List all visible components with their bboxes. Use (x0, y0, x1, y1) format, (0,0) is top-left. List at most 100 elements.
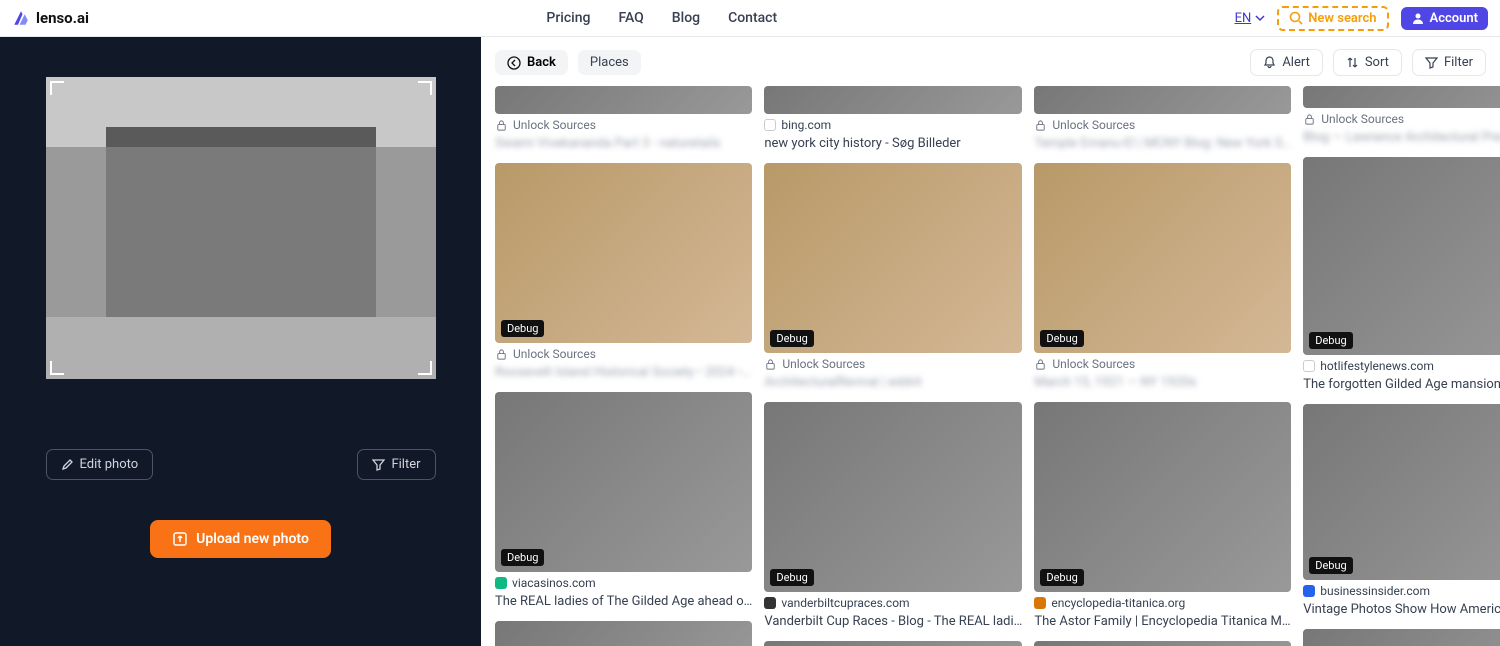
result-card[interactable]: Debug encyclopedia-titanica.org The Asto… (1034, 402, 1291, 629)
result-card[interactable]: Unlock Sources Swami Vivekananda Part 3 … (495, 86, 752, 151)
crop-corner-icon (418, 81, 432, 95)
result-thumb (495, 86, 752, 114)
favicon-icon (1034, 597, 1046, 609)
result-title: Blog — Lawrance Architectural Presentati… (1303, 130, 1500, 145)
result-thumb: Debug (1034, 402, 1291, 592)
account-label: Account (1430, 11, 1478, 26)
unlock-sources[interactable]: Unlock Sources (1034, 118, 1291, 132)
back-button[interactable]: Back (495, 50, 568, 75)
edit-label: Edit photo (80, 457, 139, 472)
lock-icon (1034, 358, 1047, 371)
favicon-icon (1303, 585, 1315, 597)
debug-badge: Debug (1040, 330, 1083, 347)
alert-button[interactable]: Alert (1250, 49, 1323, 76)
debug-badge: Debug (1309, 557, 1352, 574)
result-source[interactable]: viacasinos.com (495, 576, 752, 590)
result-source[interactable]: businessinsider.com (1303, 584, 1500, 598)
debug-badge: Debug (501, 549, 544, 566)
language-select[interactable]: EN (1235, 11, 1266, 26)
upload-icon (172, 531, 188, 547)
alert-label: Alert (1282, 55, 1310, 70)
unlock-sources[interactable]: Unlock Sources (764, 357, 1022, 371)
unlock-sources[interactable]: Unlock Sources (495, 347, 752, 361)
result-title: Swami Vivekananda Part 3 - naturetails (495, 136, 752, 151)
result-card[interactable]: Debug hotlifestylenews.com The forgotten… (1303, 157, 1500, 392)
result-thumb: Debug (764, 163, 1022, 353)
lock-icon (495, 119, 508, 132)
unlock-sources[interactable]: Unlock Sources (1034, 357, 1291, 371)
unlock-sources[interactable]: Unlock Sources (495, 118, 752, 132)
upload-photo-button[interactable]: Upload new photo (150, 520, 331, 558)
places-tab[interactable]: Places (578, 50, 641, 75)
result-thumb (1034, 86, 1291, 114)
lock-icon (764, 358, 777, 371)
result-card[interactable] (495, 621, 752, 646)
favicon-icon (495, 577, 507, 589)
new-search-button[interactable]: New search (1277, 6, 1388, 31)
result-source[interactable]: hotlifestylenews.com (1303, 359, 1500, 373)
user-icon (1411, 11, 1425, 25)
result-card[interactable]: Debug vanderbiltcupraces.com Vanderbilt … (764, 402, 1022, 629)
favicon-icon (764, 119, 776, 131)
nav-blog[interactable]: Blog (672, 10, 700, 26)
bell-icon (1263, 56, 1276, 69)
result-thumb: Debug (1303, 404, 1500, 580)
result-card[interactable]: Debug Unlock Sources Roosevelt Island Hi… (495, 163, 752, 380)
result-source[interactable]: encyclopedia-titanica.org (1034, 596, 1291, 610)
debug-badge: Debug (1309, 332, 1352, 349)
filter-icon (1425, 56, 1438, 69)
result-card[interactable]: Debug viacasinos.com The REAL ladies of … (495, 392, 752, 609)
result-thumb (764, 86, 1022, 114)
result-title: The Astor Family | Encyclopedia Titanica… (1034, 614, 1291, 629)
result-card[interactable]: Debug businessinsider.com Vintage Photos… (1303, 404, 1500, 617)
language-label: EN (1235, 11, 1252, 26)
result-title: The forgotten Gilded Age mansions of Ne… (1303, 377, 1500, 392)
brand[interactable]: lenso.ai (12, 9, 89, 27)
lock-icon (495, 348, 508, 361)
result-source[interactable]: vanderbiltcupraces.com (764, 596, 1022, 610)
sidebar-filter-button[interactable]: Filter (357, 449, 435, 480)
sort-button[interactable]: Sort (1333, 49, 1402, 76)
crop-corner-icon (50, 361, 64, 375)
result-title: The REAL ladies of The Gilded Age ahead … (495, 594, 752, 609)
crop-corner-icon (50, 81, 64, 95)
result-card[interactable]: Debug Unlock Sources ArchitecturalReviva… (764, 163, 1022, 390)
edit-photo-button[interactable]: Edit photo (46, 449, 154, 480)
result-card[interactable]: Unlock Sources Temple Emanu-El | MCNY Bl… (1034, 86, 1291, 151)
result-card[interactable]: Debug Unlock Sources March 15, 1921 — NY… (1034, 163, 1291, 390)
lock-icon (1034, 119, 1047, 132)
unlock-sources[interactable]: Unlock Sources (1303, 112, 1500, 126)
brand-name: lenso.ai (36, 9, 89, 27)
main-nav: Pricing FAQ Blog Contact (546, 10, 777, 26)
result-title: Vanderbilt Cup Races - Blog - The REAL l… (764, 614, 1022, 629)
result-card[interactable] (764, 641, 1022, 646)
debug-badge: Debug (501, 320, 544, 337)
result-thumb: Debug (495, 163, 752, 343)
result-card[interactable]: Unlock Sources Blog — Lawrance Architect… (1303, 86, 1500, 145)
sort-label: Sort (1365, 55, 1389, 70)
results-filter-button[interactable]: Filter (1412, 49, 1486, 76)
account-button[interactable]: Account (1401, 7, 1488, 30)
nav-faq[interactable]: FAQ (618, 10, 643, 26)
new-search-label: New search (1308, 11, 1376, 26)
upload-label: Upload new photo (196, 531, 309, 547)
query-image[interactable] (46, 77, 436, 379)
result-thumb (495, 621, 752, 646)
debug-badge: Debug (770, 330, 813, 347)
crop-corner-icon (418, 361, 432, 375)
filter-label: Filter (1444, 55, 1473, 70)
debug-badge: Debug (1040, 569, 1083, 586)
header-actions: EN New search Account (1235, 6, 1488, 31)
edit-icon (61, 458, 74, 471)
result-title: Temple Emanu-El | MCNY Blog: New York S… (1034, 136, 1291, 151)
nav-contact[interactable]: Contact (728, 10, 777, 26)
result-thumb (1303, 86, 1500, 108)
result-source[interactable]: bing.com (764, 118, 1022, 132)
result-card[interactable]: bing.com new york city history - Søg Bil… (764, 86, 1022, 151)
result-card[interactable] (1034, 641, 1291, 646)
result-card[interactable] (1303, 629, 1500, 646)
nav-pricing[interactable]: Pricing (546, 10, 590, 26)
results-panel: Back Places Alert Sort Filter (481, 37, 1500, 646)
filter-label: Filter (391, 457, 420, 472)
favicon-icon (764, 597, 776, 609)
